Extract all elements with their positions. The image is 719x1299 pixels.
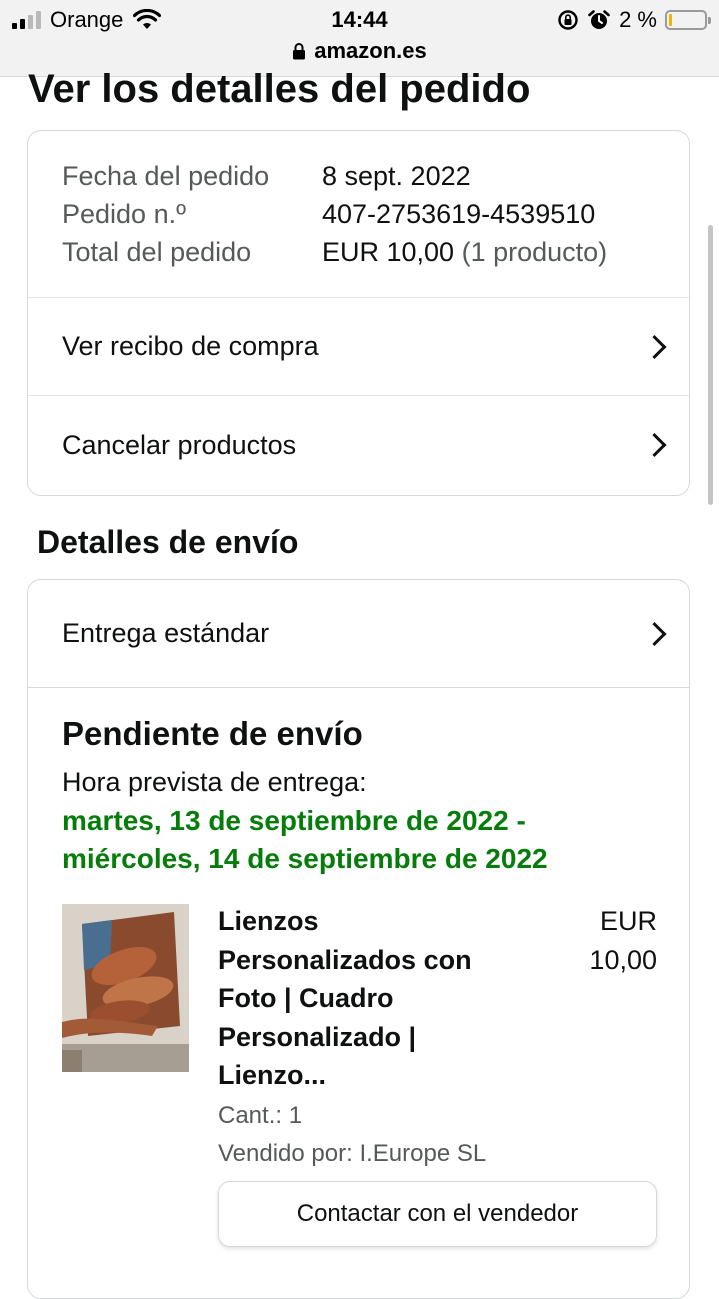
order-summary-card: Fecha del pedido 8 sept. 2022 Pedido n.º 4… xyxy=(27,130,690,496)
page-title: Ver los detalles del pedido xyxy=(28,67,531,111)
delivery-estimate-date: martes, 13 de septiembre de 2022 - miérc… xyxy=(62,802,662,878)
contact-seller-button[interactable]: Contactar con el vendedor xyxy=(218,1181,657,1247)
order-info: Fecha del pedido 8 sept. 2022 Pedido n.º 4… xyxy=(28,131,689,298)
order-total-label: Total del pedido xyxy=(62,237,252,267)
order-total-row: Total del pedido EUR 10,00 (1 producto) xyxy=(62,233,607,271)
delivery-estimate-line-2: miércoles, 14 de septiembre de 2022 xyxy=(62,843,548,874)
order-date-value: 8 sept. 2022 xyxy=(322,161,471,191)
view-receipt-label: Ver recibo de compra xyxy=(62,331,319,361)
view-receipt-link[interactable]: Ver recibo de compra xyxy=(28,298,689,396)
delivery-estimate-label: Hora prevista de entrega: xyxy=(62,767,367,797)
shipment-status: Pendiente de envío xyxy=(62,715,363,752)
product-price: EUR 10,00 xyxy=(557,902,657,979)
shipping-card: Entrega estándar Pendiente de envío Hora… xyxy=(27,579,690,1299)
lock-icon xyxy=(293,43,306,60)
chevron-right-icon xyxy=(642,334,667,359)
battery-icon xyxy=(665,10,711,30)
shipping-method-label: Entrega estándar xyxy=(62,618,270,648)
product-quantity: Cant.: 1 xyxy=(218,1102,303,1129)
product-price-currency: EUR xyxy=(599,906,657,936)
alarm-icon xyxy=(588,10,610,29)
product-seller: Vendido por: I.Europe SL xyxy=(218,1140,487,1167)
order-number-label: Pedido n.º xyxy=(62,199,186,229)
rotation-lock-icon xyxy=(558,10,578,30)
chevron-right-icon xyxy=(642,432,667,458)
product-title-link[interactable]: Lienzos Personalizados con Foto | Cuadro… xyxy=(218,902,518,1095)
url-text: amazon.es xyxy=(314,38,427,63)
product-title-line: Personalizados con xyxy=(218,944,472,975)
page-scrollbar[interactable] xyxy=(708,225,713,505)
product-title-line: Foto | Cuadro xyxy=(218,983,394,1013)
product-title-line: Personalizado | xyxy=(218,1021,417,1052)
order-total-value: EUR 10,00 xyxy=(322,237,455,267)
status-right: 2 % xyxy=(557,6,711,34)
address-bar[interactable]: amazon.es xyxy=(0,37,719,65)
shipping-method-link[interactable]: Entrega estándar xyxy=(28,580,689,688)
order-number-value: 407-2753619-4539510 xyxy=(322,199,596,229)
cancel-items-link[interactable]: Cancelar productos xyxy=(28,396,689,494)
order-date-label: Fecha del pedido xyxy=(62,161,270,191)
product-title-line: Lienzo... xyxy=(218,1060,326,1090)
product-price-amount: 10,00 xyxy=(589,944,657,975)
delivery-estimate-line-1: martes, 13 de septiembre de 2022 - xyxy=(62,805,526,836)
order-item-count: (1 producto) xyxy=(461,237,608,267)
cancel-items-label: Cancelar productos xyxy=(62,429,297,460)
product-title-line: Lienzos xyxy=(218,906,319,936)
shipping-section-title: Detalles de envío xyxy=(37,524,299,560)
battery-percentage: 2 % xyxy=(619,7,657,32)
product-image[interactable] xyxy=(62,904,189,1072)
order-number-row: Pedido n.º 407-2753619-4539510 xyxy=(62,195,595,233)
order-date-row: Fecha del pedido 8 sept. 2022 xyxy=(62,157,471,195)
canvas-photo-thumbnail xyxy=(62,904,189,1072)
chevron-right-icon xyxy=(642,621,667,646)
